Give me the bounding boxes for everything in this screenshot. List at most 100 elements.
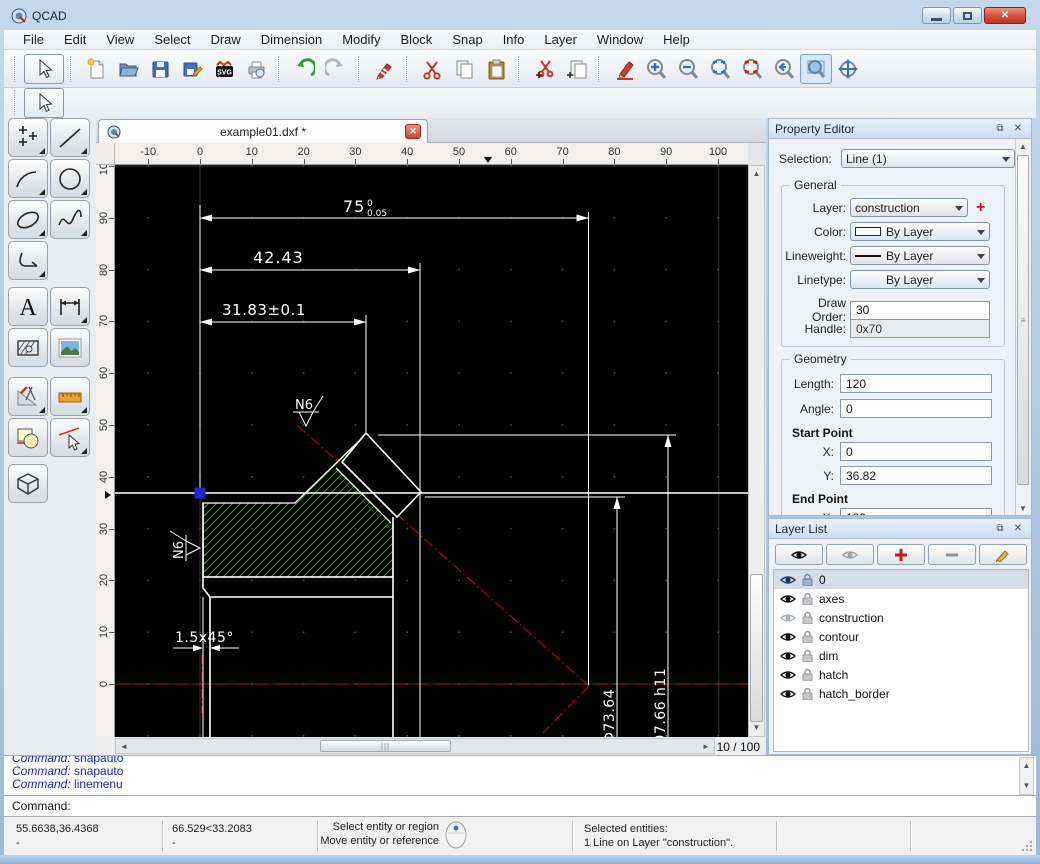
redraw-button[interactable]: [368, 54, 400, 84]
length-input[interactable]: 120: [840, 374, 992, 393]
history-scrollbar[interactable]: ▲ ▼: [1019, 757, 1034, 795]
arc-tool[interactable]: [8, 159, 48, 198]
dimension-tool[interactable]: [50, 287, 90, 326]
start-y-input[interactable]: 36.82: [840, 466, 992, 485]
menu-draw[interactable]: Draw: [201, 30, 249, 49]
previous-view-button[interactable]: [768, 54, 800, 84]
modify-tool[interactable]: [50, 418, 90, 457]
tab-close-button[interactable]: ✕: [405, 124, 421, 139]
line-tool[interactable]: [50, 118, 90, 157]
document-tab[interactable]: example01.dxf * ✕: [98, 119, 428, 143]
spline-tool[interactable]: [50, 200, 90, 239]
cut-with-reference-button[interactable]: [528, 54, 560, 84]
copy-with-reference-button[interactable]: [560, 54, 592, 84]
copy-button[interactable]: [448, 54, 480, 84]
menu-block[interactable]: Block: [392, 30, 442, 49]
close-button[interactable]: ✕: [984, 7, 1026, 24]
float-panel-icon[interactable]: ⧉: [993, 522, 1007, 536]
scroll-right-icon[interactable]: ►: [700, 739, 712, 754]
menu-edit[interactable]: Edit: [55, 30, 95, 49]
close-panel-icon[interactable]: ✕: [1011, 522, 1025, 536]
command-input-line[interactable]: Command:: [4, 795, 1036, 817]
auto-zoom-button[interactable]: [704, 54, 736, 84]
zoom-out-button[interactable]: [672, 54, 704, 84]
layer-row-axes[interactable]: axes: [774, 589, 1028, 608]
save-button[interactable]: [144, 54, 176, 84]
titlebar[interactable]: QCAD ✕: [0, 0, 1040, 30]
pan-zoom-button[interactable]: [832, 54, 864, 84]
ellipse-tool[interactable]: [8, 200, 48, 239]
undo-button[interactable]: [288, 54, 320, 84]
vertical-scroll-thumb[interactable]: [750, 574, 763, 722]
add-layer-button[interactable]: [877, 544, 925, 565]
scroll-down-icon[interactable]: ▼: [1020, 779, 1033, 793]
command-history[interactable]: Command: snapauto Command: snapauto Comm…: [4, 755, 1036, 795]
add-layer-button[interactable]: +: [976, 199, 985, 217]
selection-pointer-button[interactable]: [24, 88, 64, 118]
image-tool[interactable]: [50, 328, 90, 367]
info-measure-tool[interactable]: [8, 377, 48, 416]
menu-dimension[interactable]: Dimension: [252, 30, 331, 49]
save-as-button[interactable]: [176, 54, 208, 84]
selection-combobox[interactable]: Line (1): [841, 149, 1015, 168]
canvas-horizontal-scrollbar[interactable]: ◄ ||| ►: [115, 738, 715, 754]
selection-handle[interactable]: [195, 488, 206, 499]
menu-help[interactable]: Help: [654, 30, 699, 49]
menu-window[interactable]: Window: [588, 30, 652, 49]
menu-snap[interactable]: Snap: [443, 30, 491, 49]
menu-select[interactable]: Select: [145, 30, 199, 49]
print-preview-button[interactable]: [240, 54, 272, 84]
menu-file[interactable]: File: [14, 30, 53, 49]
scroll-left-icon[interactable]: ◄: [118, 739, 130, 754]
color-combobox[interactable]: By Layer: [850, 222, 990, 241]
scroll-up-icon[interactable]: ▲: [1020, 759, 1033, 773]
scroll-thumb[interactable]: ≡: [1017, 155, 1029, 485]
canvas-vertical-scrollbar[interactable]: ▲ ▼: [748, 165, 765, 737]
hide-all-layers-button[interactable]: [826, 544, 874, 565]
layer-row-contour[interactable]: contour: [774, 627, 1028, 646]
horizontal-scroll-thumb[interactable]: |||: [320, 740, 451, 752]
menu-layer[interactable]: Layer: [535, 30, 586, 49]
resize-grip-icon[interactable]: [1021, 840, 1033, 852]
minimize-button[interactable]: [922, 7, 951, 24]
circle-tool[interactable]: [50, 159, 90, 198]
scroll-up-icon[interactable]: ▲: [1016, 140, 1030, 154]
block-tool[interactable]: [8, 418, 48, 457]
zoom-to-selection-button[interactable]: [736, 54, 768, 84]
scroll-down-icon[interactable]: ▼: [749, 721, 764, 735]
text-tool[interactable]: A: [8, 287, 48, 326]
open-file-button[interactable]: [112, 54, 144, 84]
svg-export-button[interactable]: SVG: [208, 54, 240, 84]
scroll-down-icon[interactable]: ▼: [1016, 502, 1030, 516]
solid-3d-tool[interactable]: [8, 464, 48, 503]
layer-list-titlebar[interactable]: Layer List ⧉ ✕: [769, 519, 1031, 539]
paste-button[interactable]: [480, 54, 512, 84]
hatch-tool[interactable]: [8, 328, 48, 367]
float-panel-icon[interactable]: ⧉: [993, 122, 1007, 136]
layer-row-construction[interactable]: construction: [774, 608, 1028, 627]
draworder-input[interactable]: 30: [850, 301, 990, 320]
draw-pencil-button[interactable]: [608, 54, 640, 84]
end-x-input[interactable]: 120: [840, 508, 992, 516]
point-tool[interactable]: [8, 118, 48, 157]
zoom-in-button[interactable]: [640, 54, 672, 84]
cut-button[interactable]: [416, 54, 448, 84]
lineweight-combobox[interactable]: By Layer: [850, 246, 990, 265]
property-editor-titlebar[interactable]: Property Editor ⧉ ✕: [769, 119, 1031, 139]
redo-button[interactable]: [320, 54, 352, 84]
polyline-tool[interactable]: [8, 241, 48, 280]
ruler-tool[interactable]: [50, 377, 90, 416]
property-editor-scrollbar[interactable]: ▲ ≡ ▼: [1015, 139, 1031, 516]
selection-tool-button[interactable]: [24, 54, 64, 84]
menu-info[interactable]: Info: [494, 30, 534, 49]
drawing-canvas[interactable]: 75 0 0.05 42.43 31.83±0.1 1.5x45° Φ73.64…: [115, 165, 748, 737]
window-zoom-button[interactable]: [800, 54, 832, 84]
layer-combobox[interactable]: construction: [850, 198, 968, 217]
menu-view[interactable]: View: [97, 30, 143, 49]
start-x-input[interactable]: 0: [840, 442, 992, 461]
menu-modify[interactable]: Modify: [333, 30, 389, 49]
scroll-up-icon[interactable]: ▲: [749, 167, 764, 181]
maximize-button[interactable]: [953, 7, 982, 24]
linetype-combobox[interactable]: By Layer: [850, 270, 990, 289]
show-all-layers-button[interactable]: [775, 544, 823, 565]
